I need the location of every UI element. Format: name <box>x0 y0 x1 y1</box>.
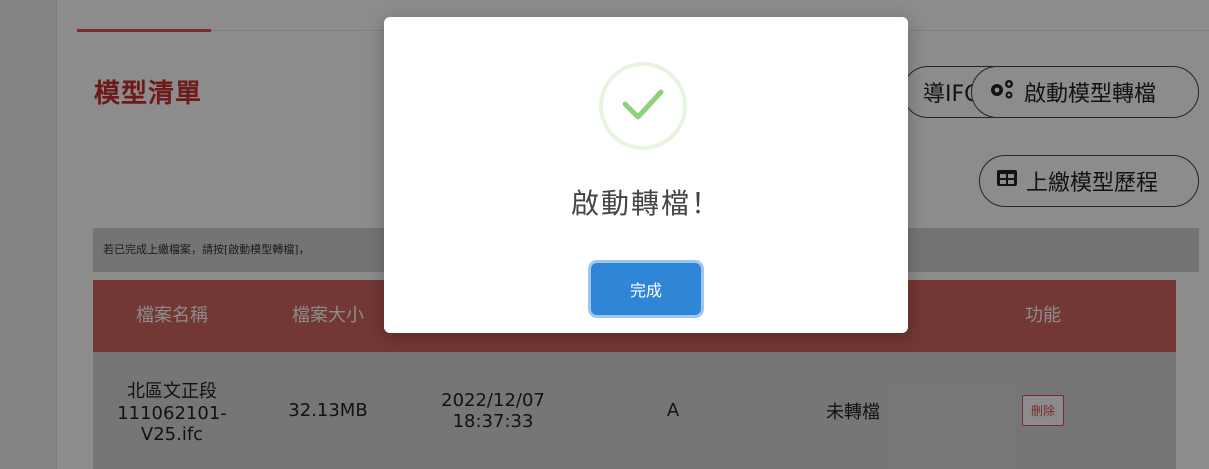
success-ring <box>599 62 687 150</box>
dialog-title: 啟動轉檔！ <box>570 187 721 220</box>
confirm-button[interactable]: 完成 <box>591 263 701 315</box>
success-dialog: 啟動轉檔！ 完成 <box>384 17 908 333</box>
check-icon <box>620 86 666 126</box>
